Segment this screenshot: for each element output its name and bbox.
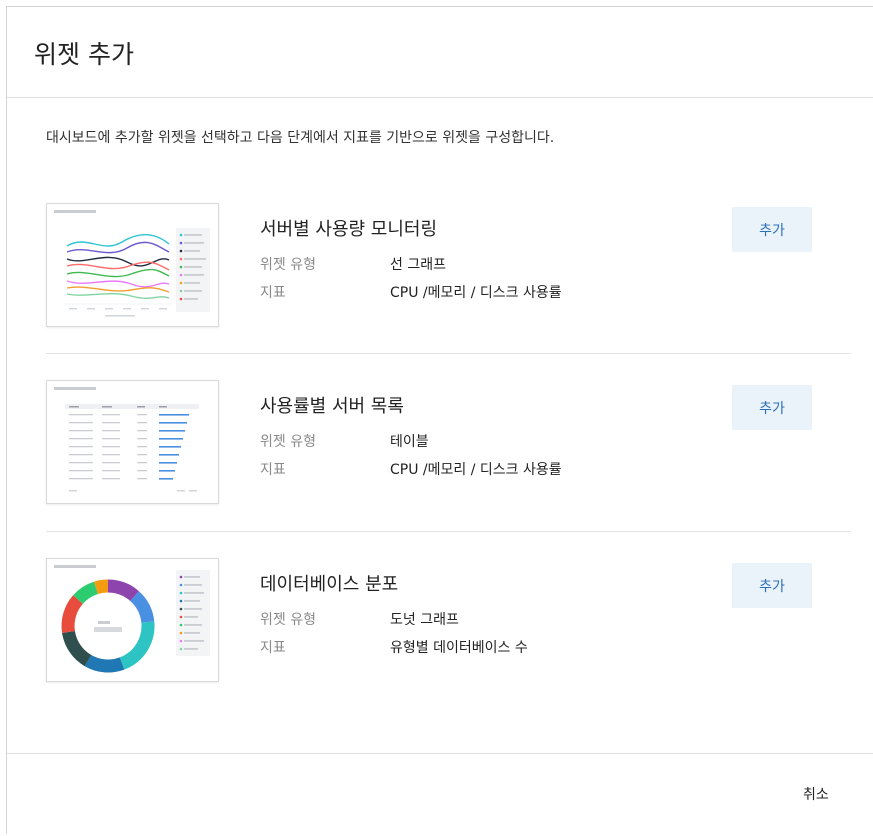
divider xyxy=(46,353,851,354)
metric-value: 유형별 데이터베이스 수 xyxy=(390,640,528,656)
metric-label: 지표 xyxy=(260,640,286,656)
widget-title: 서버별 사용량 모니터링 xyxy=(260,219,438,240)
line-chart-thumbnail xyxy=(46,203,219,327)
add-table-widget-button[interactable]: 추가 xyxy=(732,385,812,430)
dialog-header: 위젯 추가 xyxy=(7,7,873,98)
metric-value: CPU /메모리 / 디스크 사용률 xyxy=(390,462,562,478)
add-widget-dialog: 위젯 추가 대시보드에 추가할 위젯을 선택하고 다음 단계에서 지표를 기반으… xyxy=(6,6,873,834)
add-line-chart-widget-button[interactable]: 추가 xyxy=(732,207,812,252)
divider xyxy=(46,531,851,532)
widget-type-value: 테이블 xyxy=(390,434,429,450)
widget-type-value: 선 그래프 xyxy=(390,257,446,273)
metric-value: CPU /메모리 / 디스크 사용률 xyxy=(390,285,562,301)
widget-type-value: 도넛 그래프 xyxy=(390,612,459,628)
widget-title: 사용률별 서버 목록 xyxy=(260,396,404,417)
widget-option-line-chart: 서버별 사용량 모니터링 위젯 유형 선 그래프 지표 CPU /메모리 / 디… xyxy=(7,197,873,375)
widget-option-table: 사용률별 서버 목록 위젯 유형 테이블 지표 CPU /메모리 / 디스크 사… xyxy=(7,375,873,553)
widget-title: 데이터베이스 분포 xyxy=(260,574,399,595)
dialog-description: 대시보드에 추가할 위젯을 선택하고 다음 단계에서 지표를 기반으로 위젯을 … xyxy=(46,130,555,146)
table-thumbnail xyxy=(46,380,219,504)
donut-chart-thumbnail xyxy=(46,558,219,682)
cancel-button[interactable]: 취소 xyxy=(803,784,829,804)
widget-option-donut-chart: 데이터베이스 분포 위젯 유형 도넛 그래프 지표 유형별 데이터베이스 수 추… xyxy=(7,553,873,731)
metric-label: 지표 xyxy=(260,462,286,478)
widget-type-label: 위젯 유형 xyxy=(260,612,316,628)
metric-label: 지표 xyxy=(260,285,286,301)
dialog-footer: 취소 xyxy=(7,753,873,836)
widget-type-label: 위젯 유형 xyxy=(260,434,316,450)
add-donut-chart-widget-button[interactable]: 추가 xyxy=(732,563,812,608)
widget-type-label: 위젯 유형 xyxy=(260,257,316,273)
dialog-title: 위젯 추가 xyxy=(34,40,134,69)
